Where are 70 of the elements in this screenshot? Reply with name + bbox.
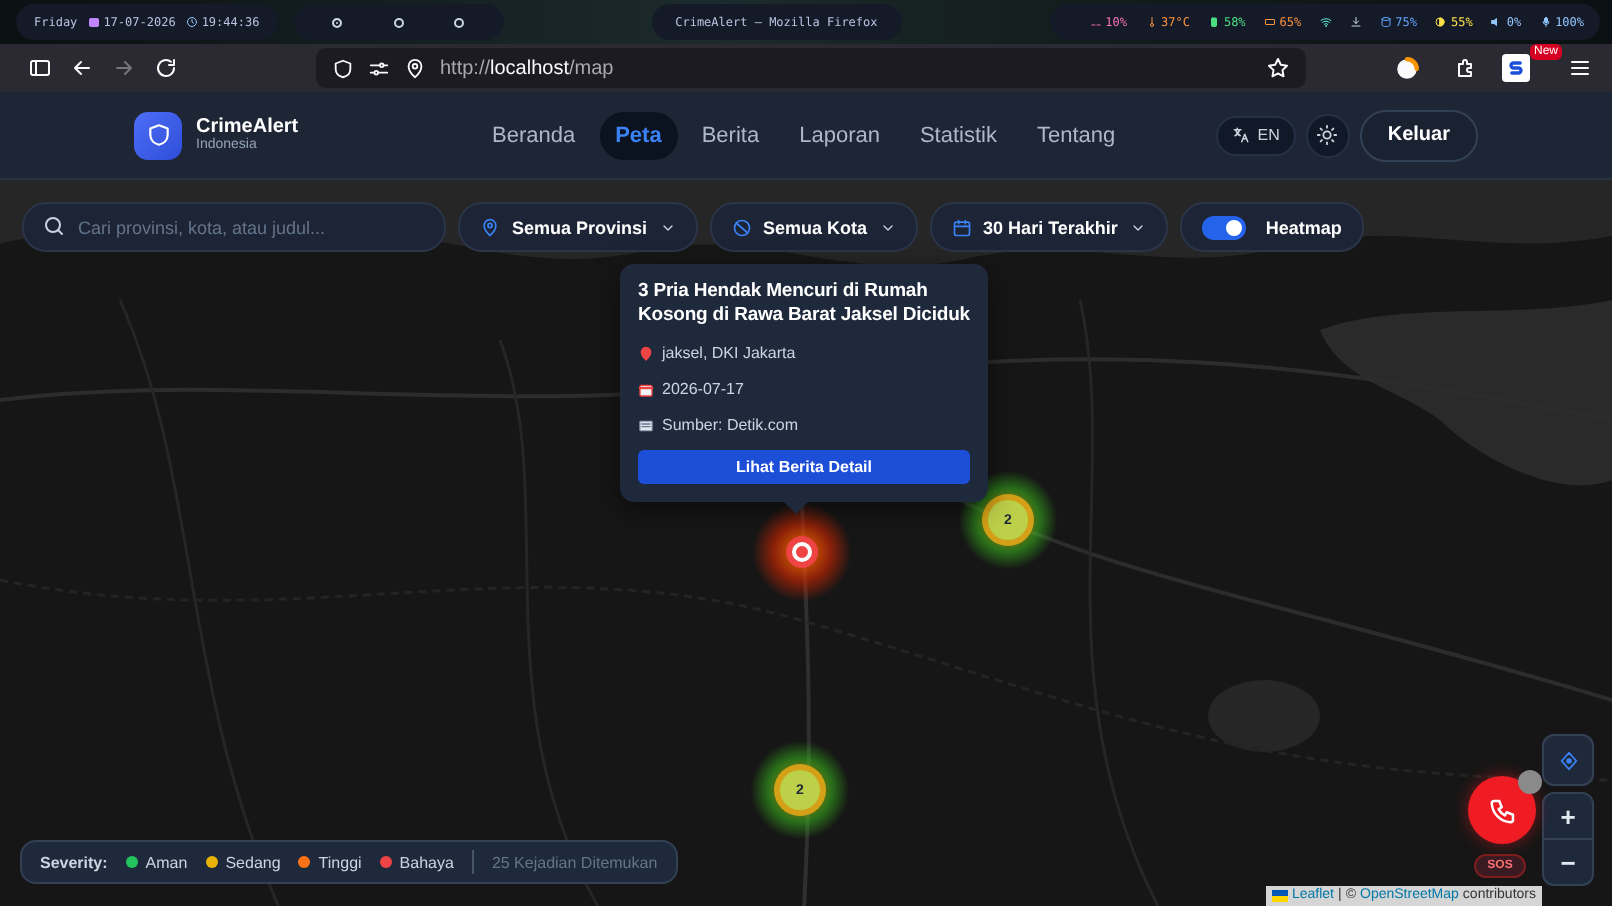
severity-label: Tinggi bbox=[318, 853, 362, 871]
source-text: Sumber: Detik.com bbox=[662, 416, 799, 434]
location-icon bbox=[404, 57, 426, 79]
speaker-icon bbox=[1490, 16, 1503, 28]
language-button[interactable]: EN bbox=[1215, 115, 1296, 155]
logout-button[interactable]: Keluar bbox=[1359, 109, 1478, 161]
workspace-indicator[interactable] bbox=[393, 17, 404, 27]
severity-label: Aman bbox=[145, 853, 188, 871]
s-mark-icon bbox=[1506, 58, 1526, 78]
newspaper-icon bbox=[638, 417, 654, 433]
sliders-icon bbox=[368, 57, 390, 79]
thermometer-icon bbox=[1145, 16, 1157, 28]
period-dropdown[interactable]: 30 Hari Terakhir bbox=[929, 202, 1168, 252]
memory-icon bbox=[1263, 16, 1276, 28]
star-icon bbox=[1266, 56, 1290, 80]
url-text: http://localhost/map bbox=[440, 57, 614, 79]
workspace-indicator[interactable] bbox=[454, 17, 465, 27]
date-text: 2026-07-17 bbox=[662, 380, 744, 398]
location-text: jaksel, DKI Jakarta bbox=[662, 344, 796, 362]
extension-button[interactable] bbox=[1502, 54, 1530, 82]
detail-button[interactable]: Lihat Berita Detail bbox=[638, 450, 970, 484]
shield-icon bbox=[332, 57, 354, 79]
popup-title: 3 Pria Hendak Mencuri di Rumah Kosong di Rawa Barat Jaksel Diciduk bbox=[638, 280, 970, 328]
translate-icon bbox=[1231, 126, 1250, 144]
locate-icon bbox=[1557, 749, 1579, 771]
nav-link[interactable]: Beranda bbox=[476, 111, 592, 159]
calendar-icon bbox=[87, 16, 100, 28]
zoom-in-button[interactable]: + bbox=[1544, 794, 1592, 838]
city-dropdown[interactable]: Semua Kota bbox=[709, 202, 918, 252]
puzzle-icon bbox=[1453, 56, 1477, 80]
brightness-icon bbox=[1434, 16, 1447, 28]
microphone-icon bbox=[1539, 16, 1552, 28]
reload-icon bbox=[153, 56, 177, 80]
pin-icon bbox=[638, 345, 654, 361]
toggle-switch[interactable] bbox=[1201, 215, 1246, 239]
heatmap-button[interactable]: Heatmap bbox=[1179, 202, 1364, 252]
legend-label: Severity: bbox=[40, 853, 108, 871]
sun-icon bbox=[1316, 124, 1339, 146]
pin-icon bbox=[480, 217, 500, 237]
nav-link[interactable]: Berita bbox=[685, 111, 776, 159]
province-dropdown[interactable]: Semua Provinsi bbox=[458, 202, 698, 252]
back-icon bbox=[69, 56, 93, 80]
account-icon bbox=[1394, 55, 1420, 81]
shield-icon bbox=[145, 122, 171, 148]
clock-icon bbox=[185, 16, 198, 28]
search-field[interactable]: Cari provinsi, kota, atau judul... bbox=[22, 202, 446, 252]
nav-link[interactable]: Statistik bbox=[903, 111, 1013, 159]
wifi-icon bbox=[1319, 16, 1332, 28]
forward-icon bbox=[111, 56, 135, 80]
theme-button[interactable] bbox=[1305, 113, 1350, 157]
locate-button[interactable] bbox=[1542, 734, 1594, 786]
brand-name: CrimeAlert bbox=[196, 116, 301, 138]
nav-link[interactable]: Tentang bbox=[1020, 111, 1132, 159]
sidebar-icon bbox=[27, 56, 51, 80]
calendar-icon bbox=[638, 381, 654, 397]
severity-label: Sedang bbox=[225, 853, 281, 871]
menu-icon bbox=[1567, 56, 1591, 80]
incident-count: 25 Kejadian Ditemukan bbox=[491, 853, 658, 871]
zoom-out-button[interactable]: − bbox=[1544, 838, 1592, 884]
calendar-icon bbox=[951, 217, 972, 237]
address-bar[interactable]: http://localhost/map bbox=[316, 48, 1306, 88]
workspace-indicator[interactable] bbox=[332, 17, 343, 27]
nav-link[interactable]: Peta bbox=[599, 111, 678, 159]
phone-icon bbox=[1487, 795, 1517, 825]
search-icon bbox=[42, 214, 66, 238]
flag-icon bbox=[1271, 890, 1288, 902]
disk-icon bbox=[1379, 16, 1392, 28]
severity-label: Bahaya bbox=[399, 853, 454, 871]
nav-link[interactable]: Laporan bbox=[783, 111, 896, 159]
download-icon bbox=[1349, 16, 1362, 28]
